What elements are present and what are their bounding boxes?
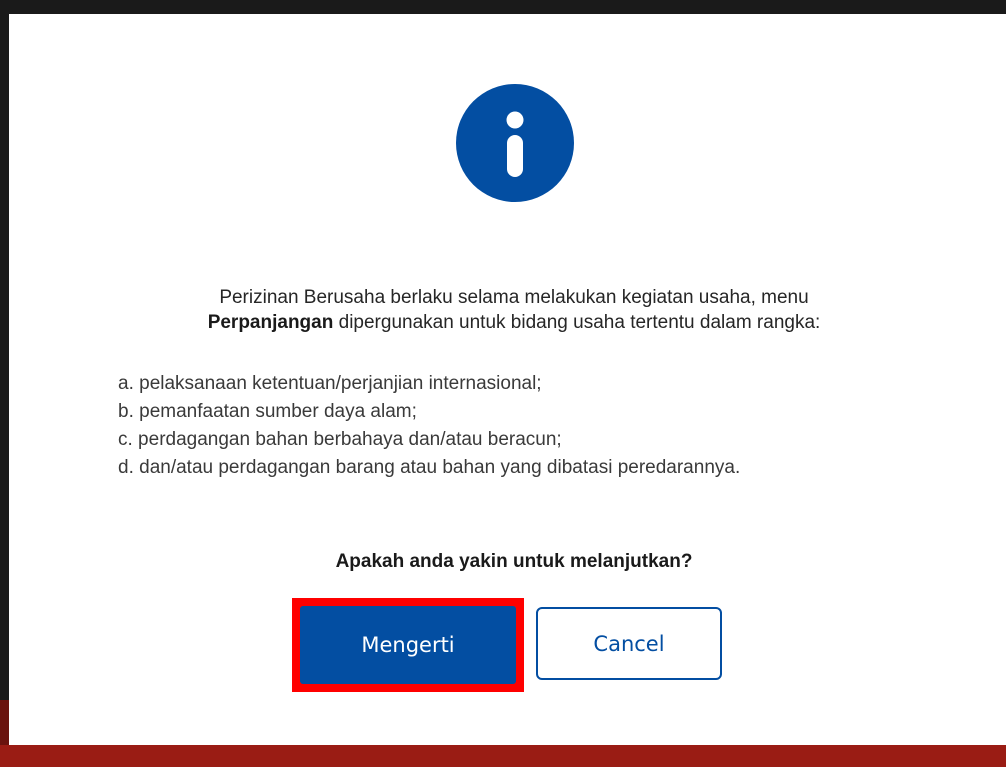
list-item: d. dan/atau perdagangan barang atau baha… <box>118 457 741 478</box>
message-line-2-text: dipergunakan untuk bidang usaha tertentu… <box>333 312 821 333</box>
cancel-button[interactable]: Cancel <box>536 607 722 680</box>
purpose-list: a. pelaksanaan ketentuan/perjanjian inte… <box>118 370 978 482</box>
mengerti-button[interactable]: Mengerti <box>300 606 516 684</box>
list-item: a. pelaksanaan ketentuan/perjanjian inte… <box>118 373 542 394</box>
page: Perizinan Berusaha berlaku selama melaku… <box>0 0 1006 767</box>
backdrop-top-edge <box>0 0 1006 14</box>
confirm-question: Apakah anda yakin untuk melanjutkan? <box>335 551 693 572</box>
footer-bar <box>0 745 1006 767</box>
info-icon <box>456 84 574 202</box>
confirmation-dialog: Perizinan Berusaha berlaku selama melaku… <box>9 14 1006 745</box>
list-item: b. pemanfaatan sumber daya alam; <box>118 401 417 422</box>
dialog-message: Perizinan Berusaha berlaku selama melaku… <box>49 285 979 335</box>
backdrop-left-edge <box>0 0 9 700</box>
message-line-2: Perpanjangan dipergunakan untuk bidang u… <box>49 310 979 335</box>
list-item: c. perdagangan bahan berbahaya dan/atau … <box>118 429 562 450</box>
message-bold-term: Perpanjangan <box>207 312 334 333</box>
message-line-1: Perizinan Berusaha berlaku selama melaku… <box>219 287 809 308</box>
backdrop-bottom-left <box>0 700 9 745</box>
